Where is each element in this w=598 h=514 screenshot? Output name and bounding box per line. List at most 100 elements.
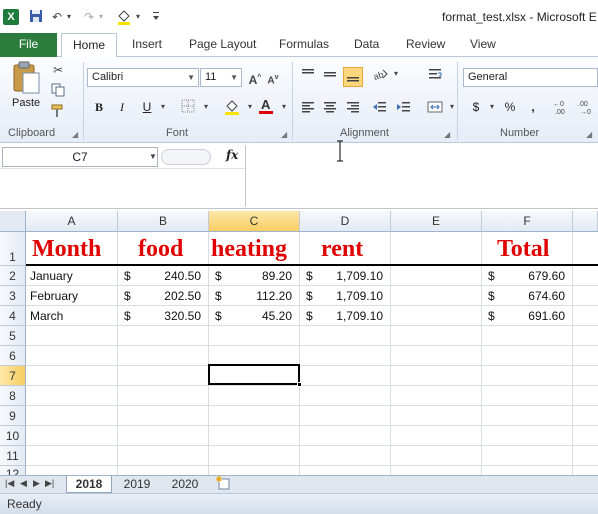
column-header-d[interactable]: D xyxy=(300,211,391,232)
chevron-down-icon[interactable]: ▼ xyxy=(149,148,157,166)
cell-b2[interactable]: 240.50 xyxy=(140,269,201,283)
tab-data[interactable]: Data xyxy=(354,37,379,51)
insert-function-icon[interactable]: fx xyxy=(226,148,238,162)
grow-font-icon[interactable]: A^ xyxy=(247,70,263,87)
tab-page-layout[interactable]: Page Layout xyxy=(189,37,256,51)
borders-icon[interactable] xyxy=(180,99,196,115)
decrease-indent-icon[interactable] xyxy=(372,99,388,115)
cell-c1[interactable]: heating xyxy=(211,234,287,264)
prev-sheet-icon[interactable]: ◀ xyxy=(20,478,27,489)
cell-d2[interactable]: 1,709.10 xyxy=(320,269,383,283)
align-bottom-button[interactable] xyxy=(343,67,363,87)
row-header-8[interactable]: 8 xyxy=(0,386,26,406)
first-sheet-icon[interactable]: |◀ xyxy=(5,478,14,489)
accounting-dropdown-icon[interactable]: ▾ xyxy=(484,99,500,115)
sheet-tab-2019[interactable]: 2019 xyxy=(115,476,159,493)
paste-button[interactable] xyxy=(11,61,41,95)
row-header-7[interactable]: 7 xyxy=(0,366,26,386)
increase-decimal-icon[interactable]: ←0.00 xyxy=(553,98,569,116)
copy-icon[interactable] xyxy=(50,83,66,99)
tab-file[interactable]: File xyxy=(0,33,57,57)
cell-f3[interactable]: 674.60 xyxy=(504,289,565,303)
row-header-10[interactable]: 10 xyxy=(0,426,26,446)
align-left-icon[interactable] xyxy=(300,99,316,115)
column-header-c[interactable]: C xyxy=(209,211,300,232)
formula-bar-splitter[interactable] xyxy=(161,149,211,165)
tab-insert[interactable]: Insert xyxy=(132,37,162,51)
clipboard-launcher-icon[interactable]: ◢ xyxy=(72,130,78,139)
cell-d4[interactable]: 1,709.10 xyxy=(320,309,383,323)
increase-indent-icon[interactable] xyxy=(396,99,412,115)
save-icon[interactable] xyxy=(29,9,43,25)
paste-label[interactable]: Paste xyxy=(12,97,40,109)
cell-c2[interactable]: 89.20 xyxy=(231,269,292,283)
percent-style-button[interactable]: % xyxy=(500,97,520,117)
cell-f4[interactable]: 691.60 xyxy=(504,309,565,323)
accounting-format-button[interactable]: $ xyxy=(466,97,486,117)
column-header-b[interactable]: B xyxy=(118,211,209,232)
column-header-e[interactable]: E xyxy=(391,211,482,232)
align-right-icon[interactable] xyxy=(345,99,361,115)
font-color-dropdown-icon[interactable]: ▾ xyxy=(276,99,292,115)
tab-formulas[interactable]: Formulas xyxy=(279,37,329,51)
paint-bucket-icon[interactable] xyxy=(116,9,132,25)
worksheet-grid[interactable]: A B C D E F 1 2 3 4 5 6 7 8 9 10 11 12 M… xyxy=(0,211,598,475)
align-top-icon[interactable] xyxy=(300,66,316,82)
decrease-decimal-icon[interactable]: .00 →0 xyxy=(578,98,594,116)
cell-a3[interactable]: February xyxy=(30,289,78,303)
fill-dropdown-icon[interactable]: ▾ xyxy=(136,9,140,25)
row-header-6[interactable]: 6 xyxy=(0,346,26,366)
number-format-select[interactable]: General xyxy=(463,68,598,87)
fill-color-dropdown-icon[interactable]: ▾ xyxy=(242,99,258,115)
font-size-select[interactable]: 11 ▼ xyxy=(200,68,242,87)
undo-icon[interactable]: ↶ xyxy=(52,9,62,25)
row-header-4[interactable]: 4 xyxy=(0,306,26,326)
number-launcher-icon[interactable]: ◢ xyxy=(586,130,592,139)
column-header-f[interactable]: F xyxy=(482,211,573,232)
font-name-select[interactable]: Calibri ▼ xyxy=(87,68,199,87)
sheet-tab-2018[interactable]: 2018 xyxy=(66,476,112,493)
row-header-12[interactable]: 12 xyxy=(0,466,26,475)
select-all-button[interactable] xyxy=(0,211,26,232)
align-center-icon[interactable] xyxy=(322,99,338,115)
fill-color-icon[interactable] xyxy=(224,99,240,115)
undo-dropdown-icon[interactable]: ▾ xyxy=(67,9,71,25)
redo-icon[interactable]: ↷ xyxy=(84,9,94,25)
cell-a2[interactable]: January xyxy=(30,269,73,283)
cell-f1[interactable]: Total xyxy=(497,234,549,264)
active-cell-selection[interactable] xyxy=(208,364,300,385)
customize-arrow-icon[interactable] xyxy=(152,9,160,25)
wrap-text-icon[interactable] xyxy=(427,66,443,82)
cell-b1[interactable]: food xyxy=(138,234,183,264)
row-header-11[interactable]: 11 xyxy=(0,446,26,466)
cell-c4[interactable]: 45.20 xyxy=(231,309,292,323)
cell-c3[interactable]: 112.20 xyxy=(231,289,292,303)
tab-home[interactable]: Home xyxy=(61,33,117,58)
cell-a1[interactable]: Month xyxy=(32,234,101,264)
row-header-2[interactable]: 2 xyxy=(0,266,26,286)
cell-b4[interactable]: 320.50 xyxy=(140,309,201,323)
align-middle-icon[interactable] xyxy=(322,66,338,82)
orientation-icon[interactable]: ab xyxy=(372,66,388,82)
cell-a4[interactable]: March xyxy=(30,309,63,323)
cell-b3[interactable]: 202.50 xyxy=(140,289,201,303)
underline-button[interactable]: U xyxy=(137,97,157,117)
formula-input[interactable] xyxy=(245,145,598,207)
excel-logo-icon[interactable]: X xyxy=(3,9,19,25)
cell-f2[interactable]: 679.60 xyxy=(504,269,565,283)
column-header-a[interactable]: A xyxy=(26,211,118,232)
alignment-launcher-icon[interactable]: ◢ xyxy=(444,130,450,139)
sheet-tab-2020[interactable]: 2020 xyxy=(163,476,207,493)
orientation-dropdown-icon[interactable]: ▾ xyxy=(388,66,404,82)
cut-icon[interactable]: ✂ xyxy=(50,62,66,78)
cell-d1[interactable]: rent xyxy=(321,234,363,264)
font-color-icon[interactable]: A xyxy=(258,97,274,114)
row-header-5[interactable]: 5 xyxy=(0,326,26,346)
column-header-g[interactable] xyxy=(573,211,598,232)
format-painter-icon[interactable] xyxy=(50,104,66,120)
cell-d3[interactable]: 1,709.10 xyxy=(320,289,383,303)
underline-dropdown-icon[interactable]: ▾ xyxy=(155,99,171,115)
italic-button[interactable]: I xyxy=(112,97,132,117)
font-launcher-icon[interactable]: ◢ xyxy=(281,130,287,139)
merge-center-icon[interactable] xyxy=(427,99,443,115)
